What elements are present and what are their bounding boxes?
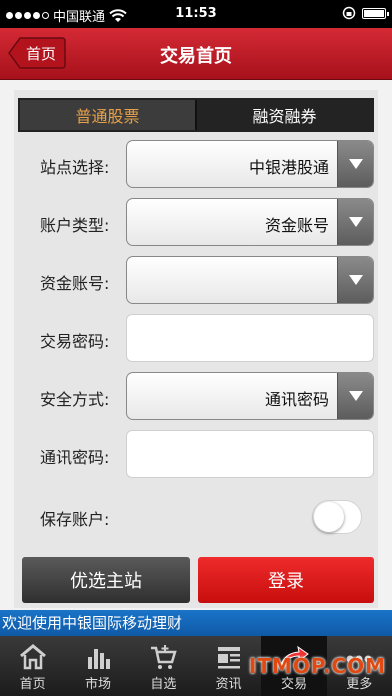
welcome-marquee: 欢迎使用中银国际移动理财 xyxy=(0,610,392,636)
tab-home-label: 首页 xyxy=(19,677,46,692)
status-time: 11:53 xyxy=(175,6,217,21)
fund-account-select[interactable] xyxy=(126,256,374,304)
tab-normal-stock[interactable]: 普通股票 xyxy=(20,100,197,130)
trade-password-label: 交易密码: xyxy=(40,332,110,351)
save-account-toggle[interactable] xyxy=(312,500,362,534)
fund-account-row: 资金账号: xyxy=(14,256,378,306)
tab-margin-trading[interactable]: 融资融券 xyxy=(197,100,372,130)
security-select[interactable]: 通讯密码 xyxy=(126,372,374,420)
status-right xyxy=(342,6,389,20)
status-bar: 中国联通 11:53 xyxy=(0,0,392,28)
preferred-site-button[interactable]: 优选主站 xyxy=(22,557,190,603)
toggle-knob xyxy=(314,502,344,532)
security-row: 安全方式: 通讯密码 xyxy=(14,372,378,422)
trade-form-panel: 普通股票 融资融券 站点选择: 中银港股通 账户类型: 资金账号 资金账号: 交… xyxy=(14,90,378,608)
home-icon xyxy=(19,644,46,670)
security-value: 通讯密码 xyxy=(264,390,329,409)
site-select[interactable]: 中银港股通 xyxy=(126,140,374,188)
site-row: 站点选择: 中银港股通 xyxy=(14,140,378,190)
site-label: 站点选择: xyxy=(40,158,110,177)
account-type-select[interactable]: 资金账号 xyxy=(126,198,374,246)
rotation-lock-icon xyxy=(342,6,356,20)
tab-market-label: 市场 xyxy=(84,677,111,692)
account-type-value: 资金账号 xyxy=(264,216,329,235)
trade-password-input[interactable] xyxy=(126,314,374,362)
comm-password-row: 通讯密码: xyxy=(14,430,378,480)
page-title: 交易首页 xyxy=(160,46,232,67)
site-value: 中银港股通 xyxy=(248,158,329,177)
site-watermark: ITMOP.COM xyxy=(248,654,386,678)
news-icon xyxy=(217,647,240,669)
fund-account-label: 资金账号: xyxy=(40,274,110,293)
tab-watchlist[interactable]: 自选 xyxy=(131,636,196,696)
dropdown-arrow-icon xyxy=(337,141,373,187)
tab-market[interactable]: 市场 xyxy=(65,636,130,696)
tab-watchlist-label: 自选 xyxy=(150,677,177,692)
tab-home[interactable]: 首页 xyxy=(0,636,65,696)
dropdown-arrow-icon xyxy=(337,199,373,245)
main-content: 普通股票 融资融券 站点选择: 中银港股通 账户类型: 资金账号 资金账号: 交… xyxy=(0,80,392,610)
comm-password-label: 通讯密码: xyxy=(40,448,110,467)
battery-icon xyxy=(362,7,389,19)
account-type-row: 账户类型: 资金账号 xyxy=(14,198,378,248)
tab-news-label: 资讯 xyxy=(215,677,242,692)
account-type-label: 账户类型: xyxy=(40,216,110,235)
save-account-label: 保存账户: xyxy=(40,510,110,529)
trade-password-row: 交易密码: xyxy=(14,314,378,364)
security-label: 安全方式: xyxy=(40,390,110,409)
login-button[interactable]: 登录 xyxy=(198,557,374,603)
comm-password-input[interactable] xyxy=(126,430,374,478)
cart-icon xyxy=(151,645,177,669)
save-account-row: 保存账户: xyxy=(14,496,378,546)
dropdown-arrow-icon xyxy=(337,257,373,303)
title-bar: 首页 交易首页 xyxy=(0,28,392,80)
dropdown-arrow-icon xyxy=(337,373,373,419)
account-type-tabs: 普通股票 融资融券 xyxy=(18,98,374,132)
bar-chart-icon xyxy=(87,649,110,669)
